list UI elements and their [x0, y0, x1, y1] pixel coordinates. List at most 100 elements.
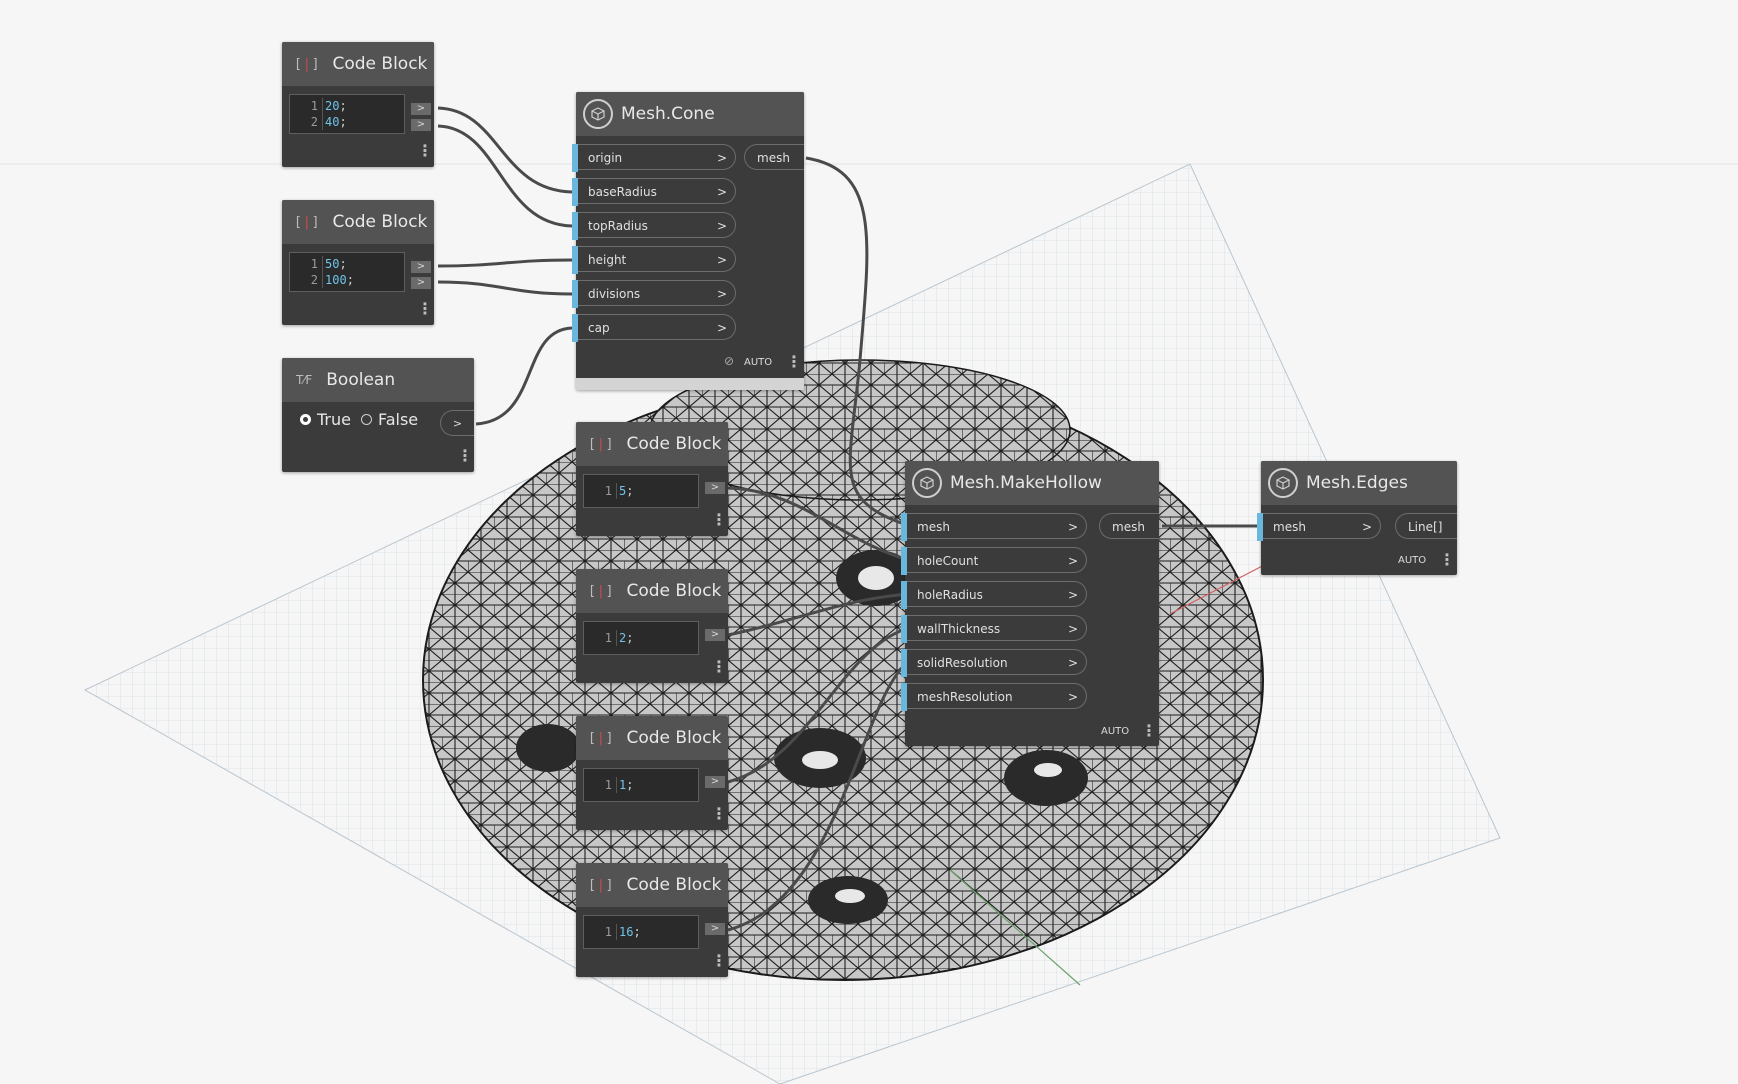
node-title: Boolean: [326, 370, 396, 390]
more-vertical-icon[interactable]: ⋮: [711, 512, 727, 528]
code-editor[interactable]: 1 1;: [583, 768, 699, 802]
output-port[interactable]: >: [705, 923, 725, 935]
output-port[interactable]: >: [411, 119, 431, 131]
output-port-mesh[interactable]: mesh: [744, 144, 804, 170]
input-port-holecount[interactable]: holeCount >: [901, 547, 1087, 575]
more-vertical-icon[interactable]: ⋮: [417, 301, 433, 317]
true-label: True: [317, 410, 351, 429]
more-vertical-icon[interactable]: ⋮: [1141, 723, 1157, 739]
output-port[interactable]: >: [705, 482, 725, 494]
more-vertical-icon[interactable]: ⋮: [417, 143, 433, 159]
mesh-node-icon: [912, 468, 942, 498]
preview-bar: [576, 378, 804, 390]
code-editor[interactable]: 1 50; 2 100;: [289, 252, 405, 292]
code-editor[interactable]: 1 16;: [583, 915, 699, 949]
node-header[interactable]: Mesh.Cone: [576, 92, 804, 136]
node-header[interactable]: [|] Code Block: [576, 716, 728, 760]
node-header[interactable]: T⁄F Boolean: [282, 358, 474, 402]
code-block-node[interactable]: [|] Code Block 1 20; 2 40; > > ⋮: [282, 42, 434, 167]
code-block-node[interactable]: [|] Code Block 1 1; > ⋮: [576, 716, 728, 830]
code-block-node[interactable]: [|] Code Block 1 16; > ⋮: [576, 863, 728, 977]
more-vertical-icon[interactable]: ⋮: [457, 448, 473, 464]
node-title: Code Block: [626, 581, 722, 601]
output-port[interactable]: >: [705, 776, 725, 788]
node-header[interactable]: [|] Code Block: [576, 569, 728, 613]
input-port-holeradius[interactable]: holeRadius >: [901, 581, 1087, 609]
mesh-cone-node[interactable]: Mesh.Cone origin > baseRadius > topRadius >…: [572, 92, 804, 390]
output-port[interactable]: >: [705, 629, 725, 641]
node-header[interactable]: [|] Code Block: [576, 422, 728, 466]
input-port-wallthickness[interactable]: wallThickness >: [901, 615, 1087, 643]
false-label: False: [377, 410, 419, 429]
code-line: 1 2;: [584, 630, 698, 646]
output-port-mesh[interactable]: mesh: [1099, 513, 1159, 539]
more-vertical-icon[interactable]: ⋮: [711, 953, 727, 969]
eye-hidden-icon[interactable]: ⊘: [724, 354, 734, 368]
mesh-node-icon: [583, 99, 613, 129]
code-line: 1 50;: [290, 256, 404, 272]
code-line: 2 40;: [290, 114, 404, 130]
output-port[interactable]: >: [411, 103, 431, 115]
node-title: Code Block: [332, 212, 428, 232]
node-header[interactable]: [|] Code Block: [282, 200, 434, 244]
input-port-cap[interactable]: cap >: [572, 314, 736, 342]
node-title: Mesh.Cone: [621, 104, 715, 124]
code-line: 1 20;: [290, 98, 404, 114]
code-block-icon: [|]: [588, 877, 615, 893]
code-line: 2 100;: [290, 272, 404, 288]
lacing-label[interactable]: AUTO: [1398, 555, 1426, 566]
mesh-makehollow-node[interactable]: Mesh.MakeHollow mesh > holeCount > holeRad…: [901, 461, 1159, 746]
mesh-node-icon: [1268, 468, 1298, 498]
input-port-solidresolution[interactable]: solidResolution >: [901, 649, 1087, 677]
node-title: Code Block: [626, 875, 722, 895]
mesh-edges-node[interactable]: Mesh.Edges mesh > Line[] AUTO ⋮: [1257, 461, 1457, 575]
node-header[interactable]: [|] Code Block: [282, 42, 434, 86]
node-header[interactable]: [|] Code Block: [576, 863, 728, 907]
boolean-selector[interactable]: True False: [300, 410, 418, 429]
more-vertical-icon[interactable]: ⋮: [711, 659, 727, 675]
code-block-icon: [|]: [588, 583, 615, 599]
code-editor[interactable]: 1 5;: [583, 474, 699, 508]
input-port-height[interactable]: height >: [572, 246, 736, 274]
code-block-node[interactable]: [|] Code Block 1 2; > ⋮: [576, 569, 728, 683]
code-block-icon: [|]: [588, 730, 615, 746]
node-header[interactable]: Mesh.Edges: [1261, 461, 1457, 505]
boolean-node[interactable]: T⁄F Boolean True False > ⋮: [282, 358, 474, 472]
node-title: Mesh.MakeHollow: [950, 473, 1102, 493]
code-block-node[interactable]: [|] Code Block 1 50; 2 100; > > ⋮: [282, 200, 434, 325]
output-port[interactable]: >: [411, 277, 431, 289]
input-port-mesh[interactable]: mesh >: [901, 513, 1087, 541]
more-vertical-icon[interactable]: ⋮: [711, 806, 727, 822]
more-vertical-icon[interactable]: ⋮: [1439, 552, 1455, 568]
input-port-baseradius[interactable]: baseRadius >: [572, 178, 736, 206]
lacing-label[interactable]: AUTO: [744, 357, 772, 368]
code-block-icon: [|]: [588, 436, 615, 452]
boolean-icon: T⁄F: [296, 373, 313, 387]
node-title: Code Block: [626, 434, 722, 454]
code-block-node[interactable]: [|] Code Block 1 5; > ⋮: [576, 422, 728, 536]
node-title: Code Block: [626, 728, 722, 748]
input-port-origin[interactable]: origin >: [572, 144, 736, 172]
output-port[interactable]: >: [440, 410, 474, 436]
false-radio[interactable]: [360, 414, 372, 425]
input-port-topradius[interactable]: topRadius >: [572, 212, 736, 240]
lacing-label[interactable]: AUTO: [1101, 726, 1129, 737]
code-line: 1 16;: [584, 924, 698, 940]
node-title: Code Block: [332, 54, 428, 74]
node-title: Mesh.Edges: [1306, 473, 1408, 493]
input-port-divisions[interactable]: divisions >: [572, 280, 736, 308]
code-editor[interactable]: 1 2;: [583, 621, 699, 655]
code-editor[interactable]: 1 20; 2 40;: [289, 94, 405, 134]
code-line: 1 1;: [584, 777, 698, 793]
input-port-mesh[interactable]: mesh >: [1257, 513, 1381, 541]
3d-viewport-background[interactable]: [0, 0, 1738, 1084]
code-block-icon: [|]: [294, 56, 321, 72]
input-port-meshresolution[interactable]: meshResolution >: [901, 683, 1087, 711]
code-line: 1 5;: [584, 483, 698, 499]
more-vertical-icon[interactable]: ⋮: [786, 354, 802, 370]
code-block-icon: [|]: [294, 214, 321, 230]
true-radio[interactable]: [300, 414, 311, 425]
output-port-lines[interactable]: Line[]: [1395, 513, 1457, 539]
output-port[interactable]: >: [411, 261, 431, 273]
node-header[interactable]: Mesh.MakeHollow: [905, 461, 1159, 505]
